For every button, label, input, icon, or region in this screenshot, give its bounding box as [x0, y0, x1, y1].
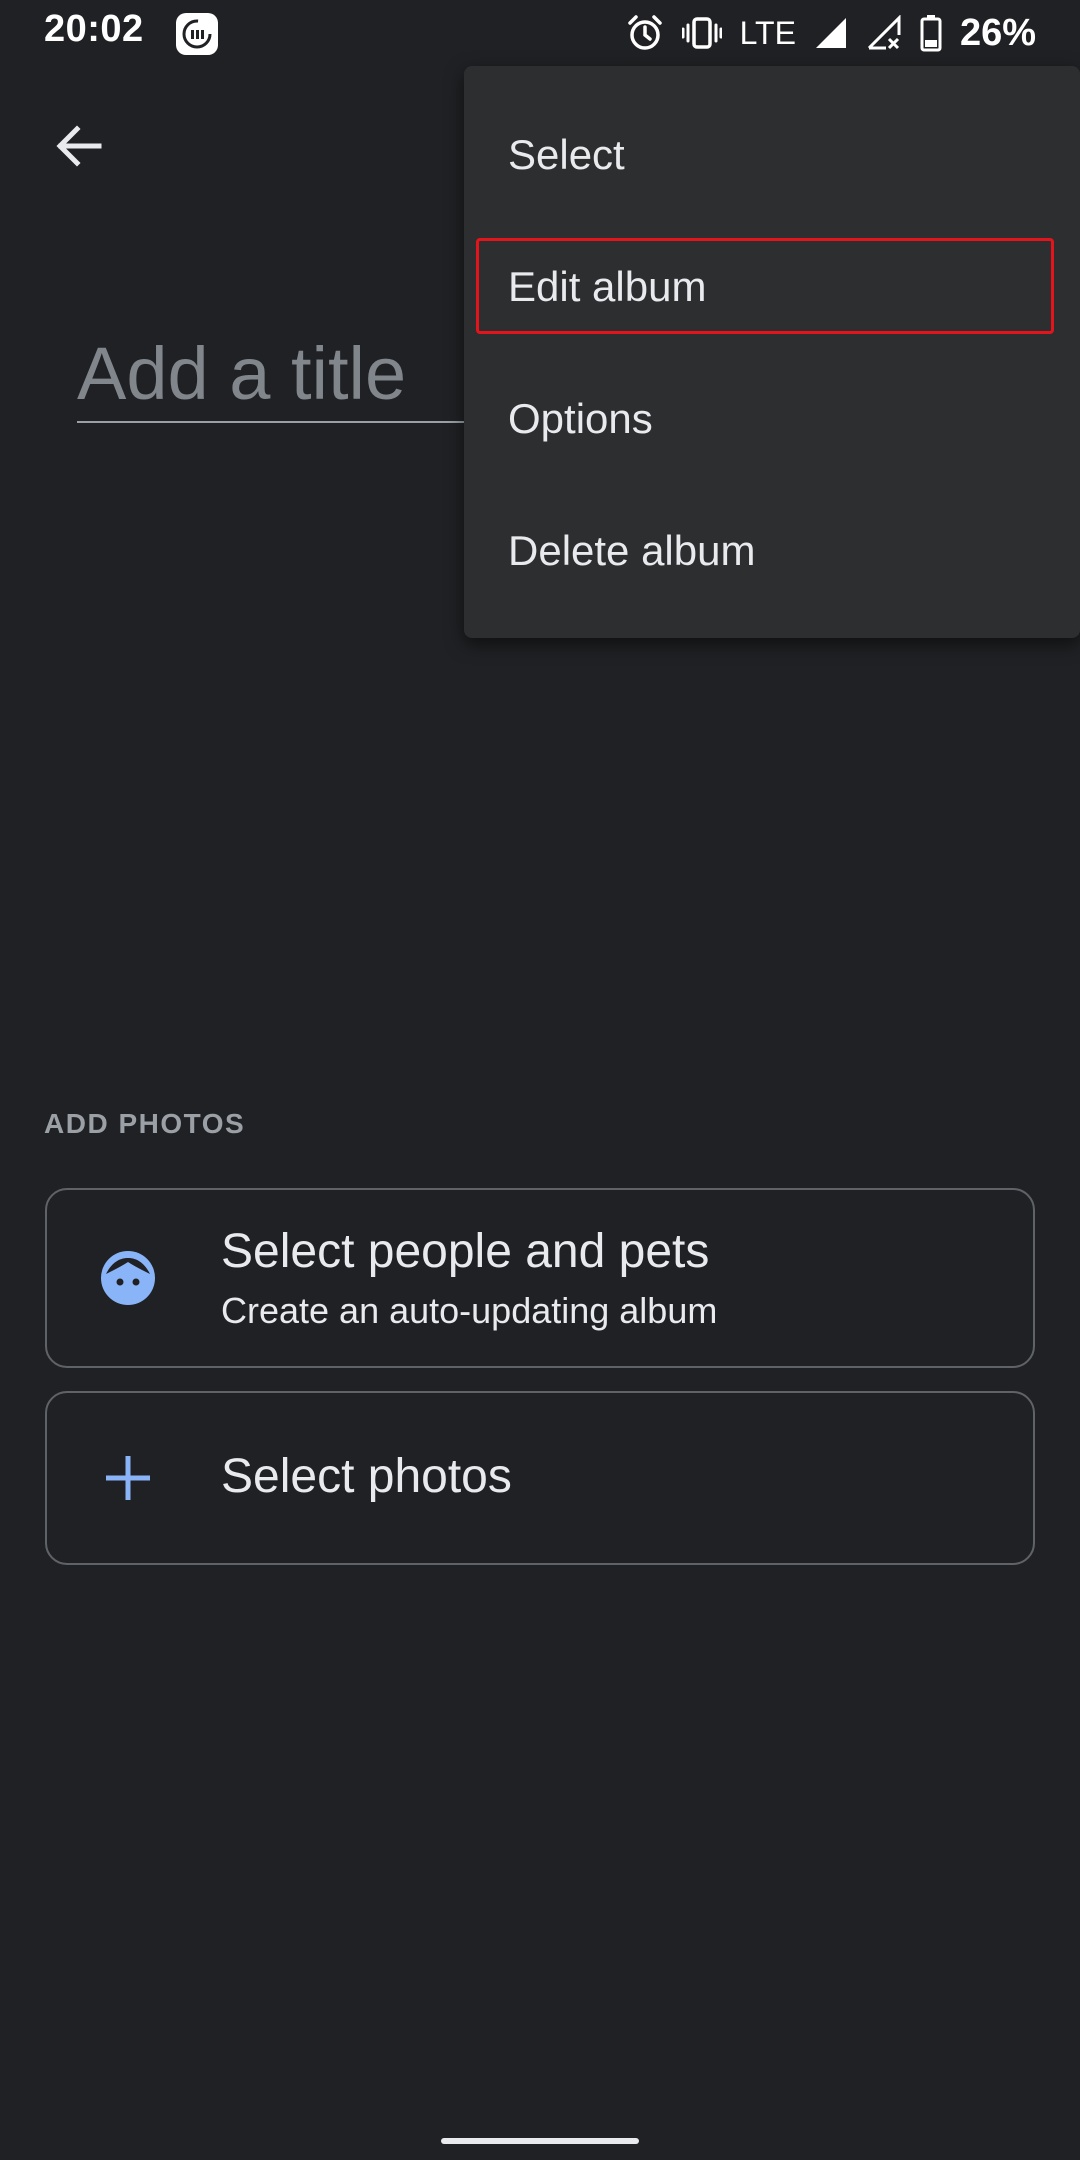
- status-icons: LTE 26%: [626, 10, 1036, 56]
- network-type: LTE: [739, 14, 796, 51]
- select-people-subtitle: Create an auto-updating album: [221, 1290, 718, 1331]
- vibrate-icon: [681, 14, 722, 52]
- arrow-back-icon: [53, 121, 103, 176]
- plus-icon: [92, 1442, 164, 1514]
- mi-app-icon: [176, 13, 218, 55]
- select-photos-title: Select photos: [221, 1450, 512, 1503]
- gesture-nav-handle[interactable]: [441, 2138, 639, 2144]
- status-bar: 20:02 LTE 26%: [0, 0, 1080, 66]
- menu-item-select[interactable]: Select: [464, 89, 1080, 221]
- battery-percentage: 26%: [959, 11, 1036, 54]
- battery-icon: [920, 14, 942, 52]
- signal-icon: [814, 16, 848, 50]
- overflow-menu: Select Edit album Options Delete album: [464, 66, 1080, 638]
- add-photos-section-label: ADD PHOTOS: [44, 1108, 246, 1139]
- menu-item-options[interactable]: Options: [464, 353, 1080, 485]
- status-time: 20:02: [44, 8, 144, 50]
- select-people-and-pets-card[interactable]: Select people and pets Create an auto-up…: [45, 1188, 1035, 1368]
- menu-item-delete-album[interactable]: Delete album: [464, 485, 1080, 617]
- highlight-box: [476, 238, 1054, 334]
- back-button[interactable]: [40, 110, 116, 186]
- select-photos-card[interactable]: Select photos: [45, 1391, 1035, 1565]
- select-people-title: Select people and pets: [221, 1225, 710, 1278]
- face-icon: [92, 1242, 164, 1314]
- signal-no-service-icon: [866, 15, 902, 51]
- alarm-icon: [626, 14, 664, 52]
